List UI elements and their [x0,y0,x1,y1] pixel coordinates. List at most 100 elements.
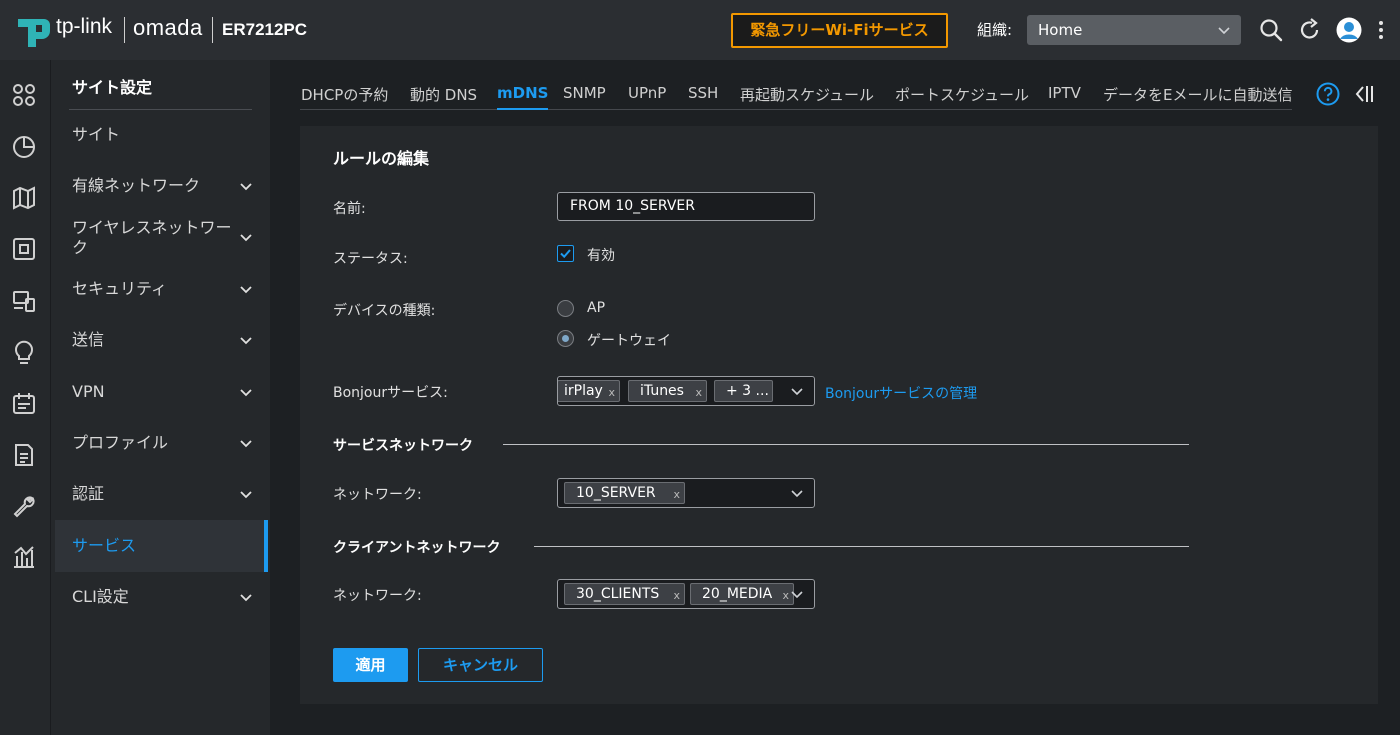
sidebar-item-wireless-networks[interactable]: ワイヤレスネットワーク [55,212,267,262]
sidebar-item-site[interactable]: サイト [55,115,267,155]
chevron-down-icon [240,491,252,499]
tag-remove-icon[interactable]: x [695,383,702,403]
sidebar-item-label: 認証 [72,484,105,503]
chevron-down-icon [791,591,803,599]
collapse-panel-icon[interactable] [1354,83,1376,105]
tab-reboot-schedule[interactable]: 再起動スケジュール [740,84,874,105]
device-model: ER7212PC [222,20,308,39]
sidebar-item-cli-settings[interactable]: CLI設定 [55,577,267,617]
client-network-tag-clients: 30_CLIENTS x [564,583,685,605]
device-type-ap-label: AP [587,300,606,316]
tag-label: + 3 ... [726,383,769,399]
tag-remove-icon[interactable]: x [608,383,615,403]
sidebar-item-label: 送信 [72,330,105,349]
status-enabled-checkbox[interactable] [557,245,574,262]
tab-dhcp-reservation[interactable]: DHCPの予約 [301,84,388,105]
device-type-gateway-label: ゲートウェイ [587,333,671,349]
section-divider [534,546,1189,547]
bonjour-tag-more: + 3 ... [714,380,773,402]
organization-label: 組織: [977,21,1013,39]
top-bar: tp-link omada ER7212PC 緊急フリーWi-Fiサービス 組織… [0,0,1400,60]
sidebar-item-profiles[interactable]: プロファイル [55,423,267,463]
emergency-wifi-button[interactable]: 緊急フリーWi-Fiサービス [731,13,948,48]
tag-remove-icon[interactable]: x [782,586,789,606]
chevron-down-icon [240,389,252,397]
tab-email-auto-send[interactable]: データをEメールに自動送信 [1103,84,1292,105]
bonjour-services-label: Bonjourサービス: [333,385,448,401]
sidebar-item-wired-networks[interactable]: 有線ネットワーク [55,166,267,206]
sidebar-divider [69,109,252,110]
name-label: 名前: [333,201,366,217]
client-network-section-title: クライアントネットワーク [333,540,501,556]
status-enabled-label: 有効 [587,248,615,264]
sidebar-item-services[interactable]: サービス [55,520,268,572]
sidebar-item-authentication[interactable]: 認証 [55,474,267,514]
chevron-down-icon [240,440,252,448]
tab-ssh[interactable]: SSH [688,84,718,102]
service-network-label: ネットワーク: [333,487,422,503]
device-type-ap-radio[interactable] [557,300,574,317]
refresh-icon[interactable] [1297,17,1323,43]
service-network-tag: 10_SERVER x [564,482,685,504]
clients-icon[interactable] [11,288,37,314]
tab-mdns[interactable]: mDNS [497,84,549,110]
tag-remove-icon[interactable]: x [673,485,680,505]
brand-name: tp-link [56,15,113,38]
sidebar-item-label: ワイヤレスネットワーク [72,218,232,257]
sidebar-item-label: プロファイル [72,433,169,452]
client-network-label: ネットワーク: [333,588,422,604]
map-icon[interactable] [11,185,37,211]
sidebar-item-transmission[interactable]: 送信 [55,320,267,360]
help-icon[interactable] [1316,82,1340,106]
devices-icon[interactable] [11,236,37,262]
bonjour-tag-airplay: irPlay x [558,380,620,403]
brand-divider [124,17,125,43]
manage-bonjour-services-link[interactable]: Bonjourサービスの管理 [825,383,977,403]
tag-label: irPlay [564,383,603,399]
sidebar-item-security[interactable]: セキュリティ [55,269,267,309]
chevron-down-icon [791,388,803,396]
sidebar-item-label: CLI設定 [72,587,129,606]
tab-upnp[interactable]: UPnP [628,84,666,102]
organization-value: Home [1038,21,1083,39]
sidebar-item-label: VPN [72,382,105,401]
device-type-gateway-radio[interactable] [557,330,574,347]
tab-dynamic-dns[interactable]: 動的 DNS [410,84,477,105]
sidebar-item-vpn[interactable]: VPN [55,372,267,412]
bonjour-services-select[interactable]: irPlay x iTunes x + 3 ... [557,376,815,406]
chevron-down-icon [240,183,252,191]
tools-icon[interactable] [11,493,37,519]
user-avatar-icon[interactable] [1336,17,1362,43]
sidebar-item-label: セキュリティ [72,279,168,298]
tab-port-schedule[interactable]: ポートスケジュール [895,84,1029,105]
logs-icon[interactable] [11,442,37,468]
tag-remove-icon[interactable]: x [673,586,680,606]
reports-icon[interactable] [11,544,37,570]
product-name: omada [133,15,203,40]
bonjour-tag-itunes: iTunes x [628,380,707,402]
statistics-icon[interactable] [11,134,37,160]
events-icon[interactable] [11,390,37,416]
sidebar-item-label: サービス [72,536,137,555]
organization-select[interactable]: Home [1027,15,1241,45]
service-network-select[interactable]: 10_SERVER x [557,478,815,508]
apply-button[interactable]: 適用 [333,648,408,682]
tag-label: iTunes [640,383,684,399]
tab-snmp[interactable]: SNMP [563,84,606,102]
client-network-select[interactable]: 30_CLIENTS x 20_MEDIA x [557,579,815,609]
more-options-icon[interactable] [1374,17,1388,43]
service-network-section-title: サービスネットワーク [333,438,473,454]
model-divider [212,17,213,43]
site-settings-sidebar: サイト設定 サイト 有線ネットワーク ワイヤレスネットワーク セキュリティ 送信… [50,60,270,735]
chevron-down-icon [1218,27,1230,35]
tab-iptv[interactable]: IPTV [1048,84,1081,102]
checkmark-icon [560,249,571,259]
chevron-down-icon [240,337,252,345]
name-input[interactable]: FROM 10_SERVER [557,192,815,221]
cancel-button[interactable]: キャンセル [418,648,543,682]
services-tabs: DHCPの予約 動的 DNS mDNS SNMP UPnP SSH 再起動スケジ… [300,78,1292,110]
search-icon[interactable] [1258,17,1284,43]
insights-icon[interactable] [11,339,37,365]
dashboard-icon[interactable] [11,82,37,108]
device-type-label: デバイスの種類: [333,303,436,319]
